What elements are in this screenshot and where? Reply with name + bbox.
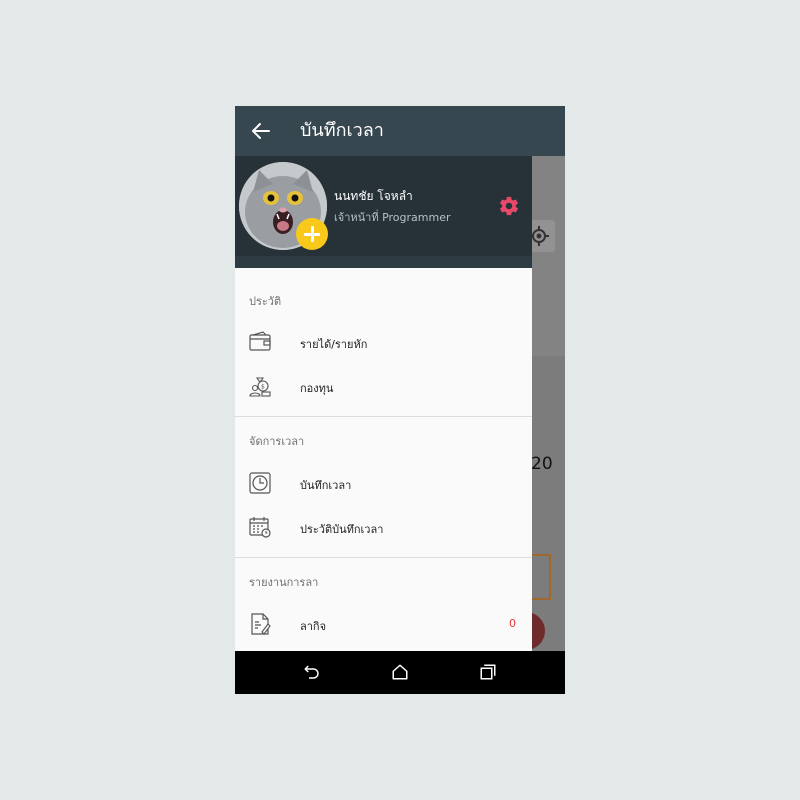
menu-item-label: กองทุน bbox=[300, 382, 334, 395]
arrow-back-icon[interactable] bbox=[249, 119, 273, 143]
user-name: นนทชัย โจหลำ bbox=[334, 189, 413, 203]
clock-icon bbox=[249, 472, 271, 494]
user-role: เจ้าหน้าที่ Programmer bbox=[334, 211, 451, 224]
menu-item-income-deduction[interactable]: รายได้/รายหัก bbox=[235, 322, 532, 362]
menu-item-label: ลากิจ bbox=[300, 620, 327, 633]
menu-item-time-record-history[interactable]: ประวัติบันทึกเวลา bbox=[235, 507, 532, 547]
wallet-icon bbox=[249, 331, 271, 351]
drawer-header: นนทชัย โจหลำ เจ้าหน้าที่ Programmer bbox=[235, 156, 532, 268]
menu-item-label: ประวัติบันทึกเวลา bbox=[300, 523, 384, 536]
document-icon bbox=[251, 613, 271, 635]
divider bbox=[235, 416, 532, 417]
menu-item-personal-leave[interactable]: ลากิจ 0 bbox=[235, 604, 532, 644]
home-icon[interactable] bbox=[391, 663, 409, 681]
fund-icon: $ bbox=[249, 377, 271, 397]
calendar-clock-icon bbox=[249, 517, 271, 538]
phone-screen: 20 00 บันทึกเวลา bbox=[235, 106, 565, 694]
header-strip bbox=[235, 256, 532, 268]
app-bar: บันทึกเวลา bbox=[235, 106, 565, 156]
menu-item-time-record[interactable]: บันทึกเวลา bbox=[235, 463, 532, 503]
section-title-leave-report: รายงานการลา bbox=[249, 576, 319, 589]
menu-item-fund[interactable]: $ กองทุน bbox=[235, 366, 532, 406]
gear-icon[interactable] bbox=[498, 195, 520, 217]
add-photo-button[interactable] bbox=[296, 218, 328, 250]
svg-text:$: $ bbox=[261, 384, 265, 391]
menu-item-label: บันทึกเวลา bbox=[300, 479, 352, 492]
menu-item-label: รายได้/รายหัก bbox=[300, 338, 368, 351]
section-title-time-management: จัดการเวลา bbox=[249, 435, 305, 448]
section-title-history: ประวัติ bbox=[249, 295, 282, 308]
recent-apps-icon[interactable] bbox=[479, 663, 497, 681]
back-icon[interactable] bbox=[303, 663, 321, 681]
navigation-drawer: นนทชัย โจหลำ เจ้าหน้าที่ Programmer ประว… bbox=[235, 156, 532, 651]
system-nav-bar bbox=[235, 651, 565, 694]
page-title: บันทึกเวลา bbox=[300, 120, 384, 141]
background-time-text: 20 bbox=[531, 454, 553, 474]
count-badge: 0 bbox=[509, 617, 516, 630]
divider bbox=[235, 557, 532, 558]
